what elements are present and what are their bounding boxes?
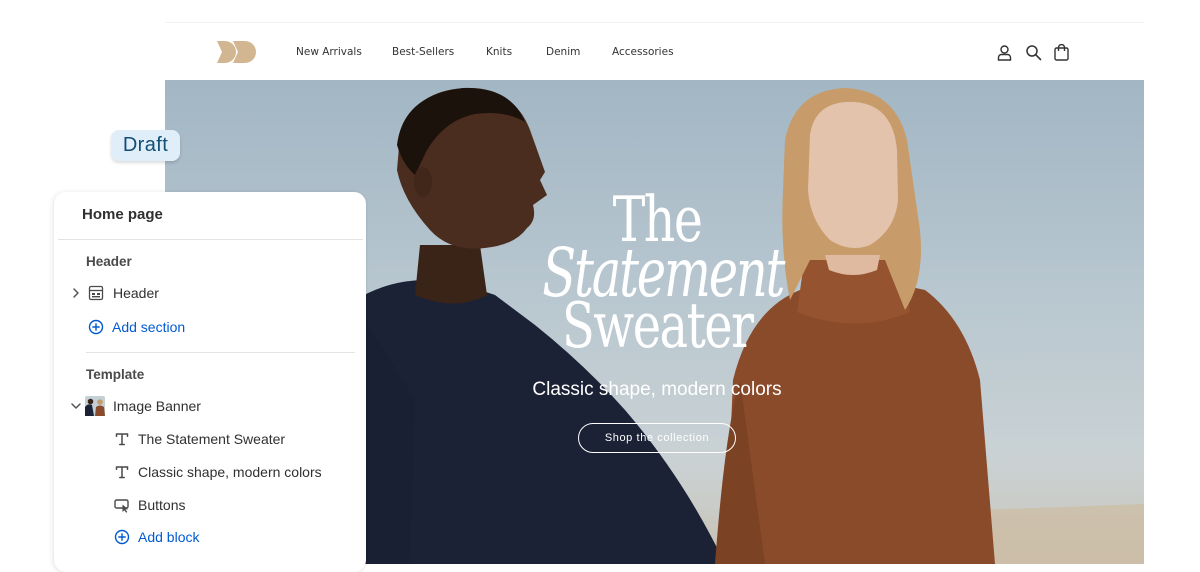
add-circle-icon: [114, 529, 130, 545]
section-header[interactable]: Header: [68, 279, 353, 307]
add-circle-icon: [88, 319, 104, 335]
block-buttons-label: Buttons: [138, 497, 186, 513]
nav-link-accessories[interactable]: Accessories: [612, 46, 674, 58]
nav-link-denim[interactable]: Denim: [546, 46, 580, 58]
group-divider: [86, 352, 355, 353]
panel-divider: [58, 239, 363, 240]
add-section-button[interactable]: Add section: [86, 313, 286, 341]
add-block-label: Add block: [138, 529, 200, 545]
template-group-label: Template: [86, 367, 145, 382]
block-subheading-label: Classic shape, modern colors: [138, 464, 322, 480]
block-heading-label: The Statement Sweater: [138, 431, 286, 447]
section-header-label: Header: [113, 285, 159, 301]
chevron-right-icon[interactable]: [69, 286, 83, 300]
sections-panel: Home page Header Header Add section Temp…: [54, 192, 366, 572]
search-icon[interactable]: [1025, 44, 1042, 61]
add-block-button[interactable]: Add block: [112, 523, 312, 551]
shop-collection-button[interactable]: Shop the collection: [578, 423, 736, 453]
section-image-banner-label: Image Banner: [113, 398, 201, 414]
section-image-banner[interactable]: Image Banner: [68, 392, 353, 420]
button-block-icon: [114, 499, 129, 513]
block-subheading[interactable]: Classic shape, modern colors: [112, 458, 352, 486]
status-badge: Draft: [111, 130, 180, 161]
cart-icon[interactable]: [1053, 44, 1070, 61]
nav-link-knits[interactable]: Knits: [486, 46, 512, 58]
image-banner-thumbnail: [85, 396, 105, 416]
block-buttons[interactable]: Buttons: [112, 491, 352, 519]
header-group-label: Header: [86, 254, 132, 269]
hero-title-line-3: Sweater: [562, 289, 754, 362]
nav-link-new-arrivals[interactable]: New Arrivals: [296, 46, 362, 58]
brand-logo[interactable]: [217, 41, 257, 63]
chevron-down-icon[interactable]: [69, 399, 83, 413]
add-section-label: Add section: [112, 319, 186, 335]
block-heading[interactable]: The Statement Sweater: [112, 425, 352, 453]
text-block-icon: [115, 433, 129, 446]
header-layout-icon: [88, 285, 104, 301]
panel-title: Home page: [82, 206, 163, 223]
text-block-icon: [115, 466, 129, 479]
hero-subtitle: Classic shape, modern colors: [532, 379, 782, 400]
nav-link-best-sellers[interactable]: Best-Sellers: [392, 46, 454, 58]
store-header: New Arrivals Best-Sellers Knits Denim Ac…: [165, 22, 1144, 81]
account-icon[interactable]: [996, 44, 1013, 61]
